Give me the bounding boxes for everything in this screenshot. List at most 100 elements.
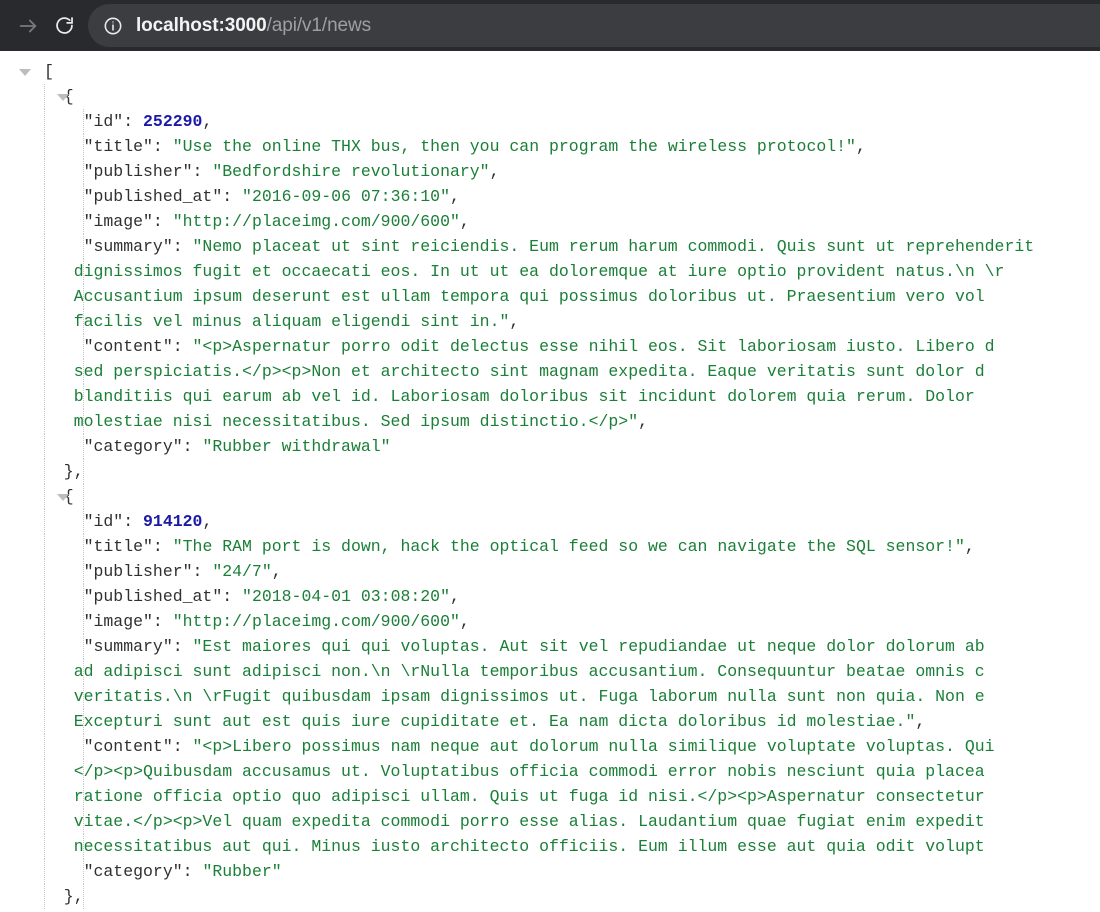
json-viewer[interactable]: [ { "id": 252290, "title": "Use the onli…: [0, 51, 1100, 912]
indent-guide: [44, 334, 45, 359]
indent-guide: [44, 859, 45, 884]
json-key: ,: [509, 312, 520, 331]
json-string-value: facilis vel minus aliquam eligendi sint …: [44, 312, 510, 331]
indent-guide: [44, 659, 45, 684]
json-string-value: "24/7": [212, 562, 272, 581]
json-key: "summary":: [44, 237, 193, 256]
json-key: "published_at":: [44, 187, 243, 206]
indent-guide: [83, 634, 84, 659]
json-key: "summary":: [44, 637, 193, 656]
json-string-value: </p><p>Quibusdam accusamus ut. Voluptati…: [44, 762, 985, 781]
json-line: "published_at": "2018-04-01 03:08:20",: [0, 584, 1100, 609]
browser-toolbar: localhost:3000/api/v1/news: [0, 0, 1100, 51]
indent-guide: [44, 709, 45, 734]
json-line: blanditiis qui earum ab vel id. Laborios…: [0, 384, 1100, 409]
forward-button[interactable]: [10, 8, 46, 44]
json-string-value: "Rubber withdrawal": [202, 437, 391, 456]
indent-guide: [44, 684, 45, 709]
indent-guide: [83, 859, 84, 884]
json-line: "summary": "Nemo placeat ut sint reicien…: [0, 234, 1100, 259]
json-string-value: "<p>Libero possimus nam neque aut doloru…: [192, 737, 995, 756]
indent-guide: [44, 459, 45, 484]
json-line: },: [0, 884, 1100, 909]
json-punctuation: },: [44, 887, 84, 906]
json-line: "published_at": "2016-09-06 07:36:10",: [0, 184, 1100, 209]
indent-guide: [83, 109, 84, 134]
indent-guide: [83, 884, 84, 909]
indent-guide: [44, 409, 45, 434]
json-string-value: blanditiis qui earum ab vel id. Laborios…: [44, 387, 975, 406]
json-key: ,: [489, 162, 500, 181]
json-key: ,: [202, 112, 213, 131]
json-string-value: ad adipisci sunt adipisci non.\n \rNulla…: [44, 662, 985, 681]
json-line: {: [0, 84, 1100, 109]
indent-guide: [83, 359, 84, 384]
json-line: "title": "Use the online THX bus, then y…: [0, 134, 1100, 159]
indent-guide: [83, 584, 84, 609]
json-key: "content":: [44, 337, 193, 356]
indent-guide: [83, 409, 84, 434]
json-line: "category": "Rubber withdrawal": [0, 434, 1100, 459]
json-key: "publisher":: [44, 562, 213, 581]
json-line: sed perspiciatis.</p><p>Non et architect…: [0, 359, 1100, 384]
json-line: necessitatibus aut qui. Minus iusto arch…: [0, 834, 1100, 859]
json-punctuation: [: [44, 62, 54, 81]
indent-guide: [83, 384, 84, 409]
json-line: "image": "http://placeimg.com/900/600",: [0, 209, 1100, 234]
indent-guide: [44, 784, 45, 809]
json-string-value: "2018-04-01 03:08:20": [242, 587, 450, 606]
indent-guide: [83, 559, 84, 584]
json-line: facilis vel minus aliquam eligendi sint …: [0, 309, 1100, 334]
indent-guide: [44, 309, 45, 334]
indent-guide: [83, 759, 84, 784]
indent-guide: [83, 659, 84, 684]
json-line: "title": "The RAM port is down, hack the…: [0, 534, 1100, 559]
json-line: ad adipisci sunt adipisci non.\n \rNulla…: [0, 659, 1100, 684]
json-line: "id": 914120,: [0, 509, 1100, 534]
indent-guide: [83, 184, 84, 209]
json-key: "title":: [44, 537, 173, 556]
indent-guide: [44, 109, 45, 134]
indent-guide: [83, 309, 84, 334]
indent-guide: [83, 809, 84, 834]
reload-icon: [55, 17, 73, 34]
collapse-triangle-icon[interactable]: [57, 94, 69, 101]
collapse-triangle-icon[interactable]: [19, 69, 31, 76]
json-line: dignissimos fugit et occaecati eos. In u…: [0, 259, 1100, 284]
indent-guide: [83, 784, 84, 809]
json-string-value: ratione officia optio quo adipisci ullam…: [44, 787, 985, 806]
json-line: vitae.</p><p>Vel quam expedita commodi p…: [0, 809, 1100, 834]
url-host: localhost:3000: [136, 14, 267, 36]
indent-guide: [83, 434, 84, 459]
json-string-value: "2016-09-06 07:36:10": [242, 187, 450, 206]
indent-guide: [83, 834, 84, 859]
json-key: "category":: [44, 862, 203, 881]
indent-guide: [83, 609, 84, 634]
indent-guide: [44, 759, 45, 784]
json-string-value: necessitatibus aut qui. Minus iusto arch…: [44, 837, 985, 856]
json-string-value: "Bedfordshire revolutionary": [212, 162, 490, 181]
json-number-value: 914120: [143, 512, 203, 531]
indent-guide: [44, 234, 45, 259]
json-line: </p><p>Quibusdam accusamus ut. Voluptati…: [0, 759, 1100, 784]
indent-guide: [44, 484, 45, 509]
address-bar[interactable]: localhost:3000/api/v1/news: [88, 4, 1100, 47]
indent-guide: [44, 134, 45, 159]
indent-guide: [44, 609, 45, 634]
json-line: "summary": "Est maiores qui qui voluptas…: [0, 634, 1100, 659]
collapse-triangle-icon[interactable]: [57, 494, 69, 501]
json-key: "title":: [44, 137, 173, 156]
indent-guide: [83, 259, 84, 284]
json-line: "content": "<p>Libero possimus nam neque…: [0, 734, 1100, 759]
json-string-value: "The RAM port is down, hack the optical …: [172, 537, 965, 556]
indent-guide: [83, 734, 84, 759]
site-info-icon[interactable]: [102, 15, 124, 37]
json-key: ,: [638, 412, 649, 431]
indent-guide: [83, 684, 84, 709]
json-key: ,: [449, 187, 460, 206]
json-key: "content":: [44, 737, 193, 756]
json-key: ,: [459, 212, 470, 231]
json-line: "content": "<p>Aspernatur porro odit del…: [0, 334, 1100, 359]
json-string-value: vitae.</p><p>Vel quam expedita commodi p…: [44, 812, 985, 831]
reload-button[interactable]: [46, 8, 82, 44]
